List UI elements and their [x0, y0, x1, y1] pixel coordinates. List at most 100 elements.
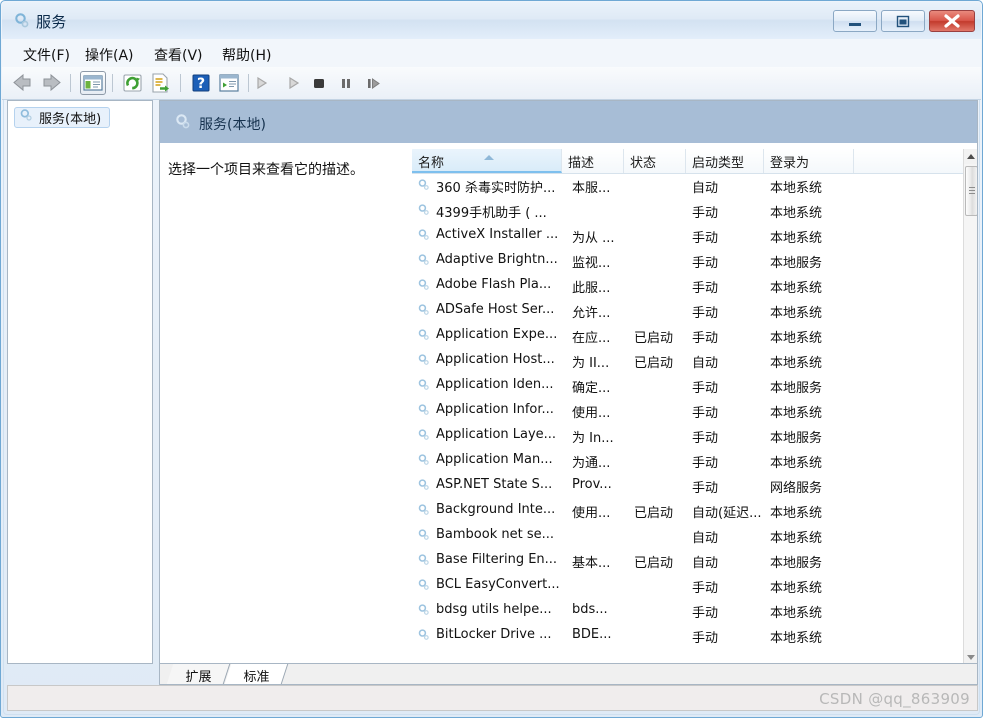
- service-gear-icon: [417, 278, 431, 292]
- view-tabs: 扩展 标准: [159, 664, 978, 685]
- services-list-view: 名称 描述 状态 启动类型 登录为 360 杀毒实时防护... 本服... 自动…: [412, 143, 977, 663]
- table-row[interactable]: bdsg utils helpe... bds... 手动 本地系统: [412, 598, 965, 623]
- cell-description: 为通...: [572, 456, 611, 471]
- tree-item-services-local[interactable]: 服务(本地): [14, 107, 111, 128]
- service-gear-icon: [417, 478, 431, 492]
- cell-service-name: 360 杀毒实时防护...: [416, 177, 582, 196]
- table-row[interactable]: Application Infor... 使用... 手动 本地系统: [412, 398, 965, 423]
- sort-ascending-icon: [484, 155, 494, 160]
- cell-log-on-as: 本地系统: [770, 331, 823, 346]
- table-row[interactable]: 360 杀毒实时防护... 本服... 自动 本地系统: [412, 173, 965, 198]
- scroll-up-icon[interactable]: [964, 149, 977, 164]
- watermark: CSDN @qq_863909: [819, 690, 970, 708]
- cell-startup-type: 自动: [692, 556, 719, 571]
- cell-description: bds...: [572, 602, 608, 617]
- cell-startup-type: 手动: [692, 206, 719, 221]
- refresh-icon[interactable]: [120, 71, 146, 95]
- table-row[interactable]: Application Man... 为通... 手动 本地系统: [412, 448, 965, 473]
- service-gear-icon: [417, 403, 431, 417]
- cell-description: 在应...: [572, 331, 611, 346]
- service-gear-icon: [417, 553, 431, 567]
- scroll-down-icon[interactable]: [964, 650, 977, 663]
- menu-action[interactable]: 操作(A): [80, 44, 139, 66]
- cell-log-on-as: 本地系统: [770, 506, 823, 521]
- table-row[interactable]: ADSafe Host Ser... 允许... 手动 本地系统: [412, 298, 965, 323]
- cell-log-on-as: 网络服务: [770, 481, 823, 496]
- help-icon[interactable]: ?: [188, 71, 214, 95]
- resume-service-icon[interactable]: [280, 71, 306, 95]
- table-row[interactable]: BCL EasyConvert... 手动 本地系统: [412, 573, 965, 598]
- cell-description: 使用...: [572, 506, 611, 521]
- cell-startup-type: 手动: [692, 381, 719, 396]
- list-vertical-scrollbar[interactable]: [963, 149, 977, 663]
- forward-arrow-icon[interactable]: [38, 71, 64, 95]
- table-row[interactable]: BitLocker Drive ... BDE... 手动 本地系统: [412, 623, 965, 648]
- tab-extended[interactable]: 扩展: [166, 664, 231, 685]
- cell-startup-type: 手动: [692, 631, 719, 646]
- column-name[interactable]: 名称: [412, 149, 562, 173]
- minimize-button[interactable]: [833, 10, 877, 32]
- list-body[interactable]: 360 杀毒实时防护... 本服... 自动 本地系统 4399手机助手 ( ... 手动…: [412, 173, 965, 663]
- cell-description: 为 II...: [572, 356, 610, 371]
- table-row[interactable]: Adobe Flash Pla... 此服... 手动 本地系统: [412, 273, 965, 298]
- service-gear-icon: [417, 578, 431, 592]
- table-row[interactable]: ActiveX Installer ... 为从 ... 手动 本地系统: [412, 223, 965, 248]
- back-arrow-icon[interactable]: [10, 71, 36, 95]
- column-description[interactable]: 描述: [562, 149, 624, 173]
- menu-help[interactable]: 帮助(H): [217, 44, 276, 66]
- menu-file[interactable]: 文件(F): [18, 44, 75, 66]
- cell-service-name: Adaptive Brightn...: [416, 252, 582, 267]
- cell-description: 为 In...: [572, 431, 614, 446]
- show-hide-console-tree-icon[interactable]: [80, 71, 106, 95]
- pause-service-icon[interactable]: [333, 71, 359, 95]
- menu-view[interactable]: 查看(V): [149, 44, 208, 66]
- service-gear-icon: [417, 528, 431, 542]
- cell-startup-type: 手动: [692, 331, 719, 346]
- cell-status: 已启动: [634, 356, 674, 371]
- table-row[interactable]: Application Iden... 确定... 手动 本地服务: [412, 373, 965, 398]
- cell-log-on-as: 本地服务: [770, 431, 823, 446]
- toolbar-separator-3: [180, 74, 181, 92]
- cell-log-on-as: 本地系统: [770, 306, 823, 321]
- toolbar-separator-2: [112, 74, 113, 92]
- cell-startup-type: 手动: [692, 606, 719, 621]
- tab-standard[interactable]: 标准: [224, 664, 289, 685]
- maximize-button[interactable]: [881, 10, 925, 32]
- table-row[interactable]: Application Host... 为 II... 已启动 自动 本地系统: [412, 348, 965, 373]
- cell-service-name: Application Man...: [416, 452, 582, 467]
- column-status[interactable]: 状态: [624, 149, 686, 173]
- cell-startup-type: 手动: [692, 481, 719, 496]
- cell-startup-type: 手动: [692, 231, 719, 246]
- cell-service-name: 4399手机助手 ( ...: [416, 202, 582, 221]
- export-list-icon[interactable]: [148, 71, 174, 95]
- table-row[interactable]: Bambook net se... 自动 本地系统: [412, 523, 965, 548]
- service-gear-icon: [417, 253, 431, 267]
- cell-startup-type: 手动: [692, 256, 719, 271]
- cell-service-name: Adobe Flash Pla...: [416, 277, 582, 292]
- table-row[interactable]: Background Inte... 使用... 已启动 自动(延迟... 本地系统: [412, 498, 965, 523]
- stop-service-icon[interactable]: [306, 71, 332, 95]
- table-row[interactable]: Application Laye... 为 In... 手动 本地服务: [412, 423, 965, 448]
- start-service-icon[interactable]: [248, 71, 274, 95]
- service-gear-icon: [417, 328, 431, 342]
- table-row[interactable]: ASP.NET State S... Prov... 手动 网络服务: [412, 473, 965, 498]
- close-button[interactable]: [929, 10, 975, 32]
- console-tree-pane: 服务(本地): [7, 100, 153, 664]
- column-startup-type[interactable]: 启动类型: [686, 149, 764, 173]
- cell-service-name: Application Infor...: [416, 402, 582, 417]
- cell-description: 本服...: [572, 181, 611, 196]
- scrollbar-thumb[interactable]: [965, 166, 977, 216]
- service-gear-icon: [417, 178, 431, 196]
- table-row[interactable]: Base Filtering En... 基本... 已启动 自动 本地服务: [412, 548, 965, 573]
- window-title: 服务: [36, 13, 67, 31]
- table-row[interactable]: Adaptive Brightn... 监视... 手动 本地服务: [412, 248, 965, 273]
- cell-service-name: Application Laye...: [416, 427, 582, 442]
- table-row[interactable]: 4399手机助手 ( ... 手动 本地系统: [412, 198, 965, 223]
- cell-startup-type: 手动: [692, 456, 719, 471]
- column-log-on-as[interactable]: 登录为: [764, 149, 854, 173]
- service-gear-icon: [417, 628, 431, 642]
- show-action-pane-icon[interactable]: [216, 71, 242, 95]
- table-row[interactable]: Application Expe... 在应... 已启动 手动 本地系统: [412, 323, 965, 348]
- cell-startup-type: 自动: [692, 356, 719, 371]
- restart-service-icon[interactable]: [360, 71, 386, 95]
